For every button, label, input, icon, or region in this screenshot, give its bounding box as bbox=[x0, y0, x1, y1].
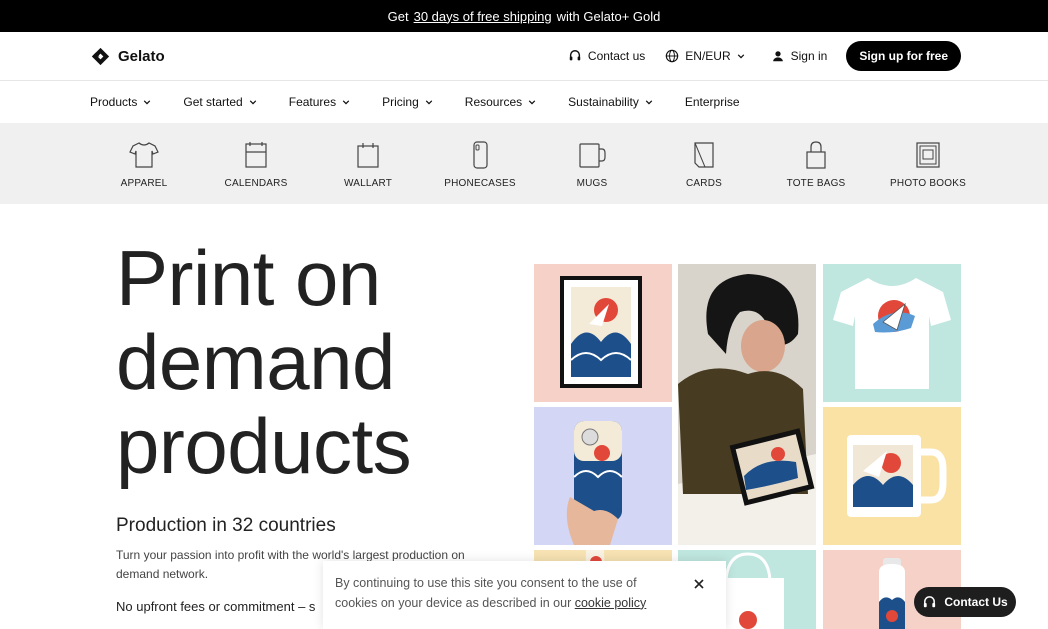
chevron-down-icon bbox=[737, 54, 744, 59]
wall-art-icon bbox=[357, 143, 379, 168]
chevron-down-icon bbox=[342, 100, 350, 105]
close-icon[interactable] bbox=[692, 577, 706, 591]
nav-item-label: Enterprise bbox=[684, 95, 740, 109]
site-header: Gelato Contact us EN/EUR Sign in Sign up… bbox=[0, 32, 1048, 81]
tshirt-product-image bbox=[823, 264, 961, 402]
nav-item-label: Products bbox=[90, 95, 138, 109]
contact-us-link[interactable]: Contact us bbox=[568, 49, 645, 63]
category-label: PHONECASES bbox=[444, 178, 516, 189]
category-label: PHOTO BOOKS bbox=[890, 178, 966, 189]
promo-bar: Get 30 days of free shipping with Gelato… bbox=[0, 0, 1048, 32]
nav-item-sustainability[interactable]: Sustainability bbox=[568, 95, 653, 109]
globe-icon bbox=[666, 49, 679, 63]
promo-shipping-link[interactable]: 30 days of free shipping bbox=[414, 9, 552, 24]
category-phonecases[interactable]: PHONECASES bbox=[424, 123, 536, 189]
nav-item-label: Features bbox=[288, 95, 337, 109]
hero-title: Print on demand products bbox=[116, 234, 412, 490]
category-label: APPAREL bbox=[120, 178, 168, 189]
phone-case-product-image bbox=[534, 407, 672, 545]
sign-up-button[interactable]: Sign up for free bbox=[846, 41, 961, 71]
language-label: EN/EUR bbox=[685, 49, 731, 63]
contact-us-floating-button[interactable]: Contact Us bbox=[914, 587, 1016, 617]
nav-item-products[interactable]: Products bbox=[90, 95, 151, 109]
hero-title-line: demand bbox=[116, 318, 395, 406]
nav-item-label: Pricing bbox=[382, 95, 419, 109]
headset-icon bbox=[569, 50, 581, 61]
hero-section: Print on demand products Production in 3… bbox=[0, 204, 1048, 629]
language-selector[interactable]: EN/EUR bbox=[665, 49, 744, 63]
calendar-icon bbox=[245, 142, 267, 168]
mug-product-image bbox=[823, 407, 961, 545]
card-icon bbox=[694, 142, 714, 168]
sign-in-link[interactable]: Sign in bbox=[771, 49, 828, 63]
chevron-down-icon bbox=[528, 100, 536, 105]
sign-in-label: Sign in bbox=[790, 49, 828, 63]
category-calendars[interactable]: CALENDARS bbox=[200, 123, 312, 189]
logo[interactable]: Gelato bbox=[89, 45, 165, 68]
category-apparel[interactable]: APPAREL bbox=[88, 123, 200, 189]
hero-fees-text: No upfront fees or commitment – s bbox=[116, 599, 316, 614]
nav-item-label: Resources bbox=[464, 95, 523, 109]
chevron-down-icon bbox=[249, 100, 256, 105]
hero-title-line: Print on bbox=[116, 234, 381, 322]
phone-case-icon bbox=[473, 141, 488, 169]
category-label: TOTE BAGS bbox=[786, 178, 846, 189]
main-nav: Products Get started Features Pricing Re… bbox=[0, 81, 1048, 123]
headset-icon bbox=[924, 595, 936, 607]
user-icon bbox=[772, 51, 783, 62]
hero-subtitle: Production in 32 countries bbox=[116, 515, 336, 536]
tshirt-icon bbox=[129, 142, 159, 168]
category-mugs[interactable]: MUGS bbox=[536, 123, 648, 189]
mug-icon bbox=[579, 143, 606, 168]
nav-item-resources[interactable]: Resources bbox=[465, 95, 536, 109]
artist-at-tablet-photo bbox=[678, 264, 816, 545]
contact-us-label: Contact us bbox=[587, 49, 646, 63]
nav-item-features[interactable]: Features bbox=[289, 95, 350, 109]
promo-suffix: with Gelato+ Gold bbox=[556, 8, 661, 24]
category-tote-bags[interactable]: TOTE BAGS bbox=[760, 123, 872, 189]
logo-text: Gelato bbox=[118, 47, 165, 65]
category-label: CARDS bbox=[685, 178, 722, 189]
chevron-down-icon bbox=[645, 100, 653, 105]
category-label: MUGS bbox=[576, 178, 608, 189]
category-wallart[interactable]: WALLART bbox=[312, 123, 424, 189]
tote-bag-icon bbox=[806, 141, 826, 169]
cookie-policy-link[interactable]: cookie policy bbox=[575, 596, 647, 610]
promo-prefix: Get bbox=[387, 8, 409, 24]
photo-book-icon bbox=[916, 142, 940, 168]
nav-item-label: Sustainability bbox=[568, 95, 639, 109]
contact-us-floating-label: Contact Us bbox=[944, 595, 1008, 609]
category-cards[interactable]: CARDS bbox=[648, 123, 760, 189]
header-actions: Contact us EN/EUR Sign in Sign up for fr… bbox=[568, 41, 961, 71]
gelato-logo-icon bbox=[91, 47, 110, 65]
category-bar: APPAREL CALENDARS WALLART PHONECASES MUG… bbox=[0, 123, 1048, 204]
category-label: WALLART bbox=[343, 178, 393, 189]
nav-item-enterprise[interactable]: Enterprise bbox=[685, 95, 740, 109]
cookie-banner: By continuing to use this site you conse… bbox=[323, 561, 726, 629]
chevron-down-icon bbox=[144, 100, 151, 105]
hero-title-line: products bbox=[116, 402, 412, 490]
category-label: CALENDARS bbox=[224, 178, 288, 189]
category-photo-books[interactable]: PHOTO BOOKS bbox=[872, 123, 984, 189]
nav-item-label: Get started bbox=[183, 95, 243, 109]
framed-poster-image bbox=[534, 264, 672, 402]
nav-item-get-started[interactable]: Get started bbox=[183, 95, 256, 109]
chevron-down-icon bbox=[425, 100, 433, 105]
nav-item-pricing[interactable]: Pricing bbox=[382, 95, 433, 109]
